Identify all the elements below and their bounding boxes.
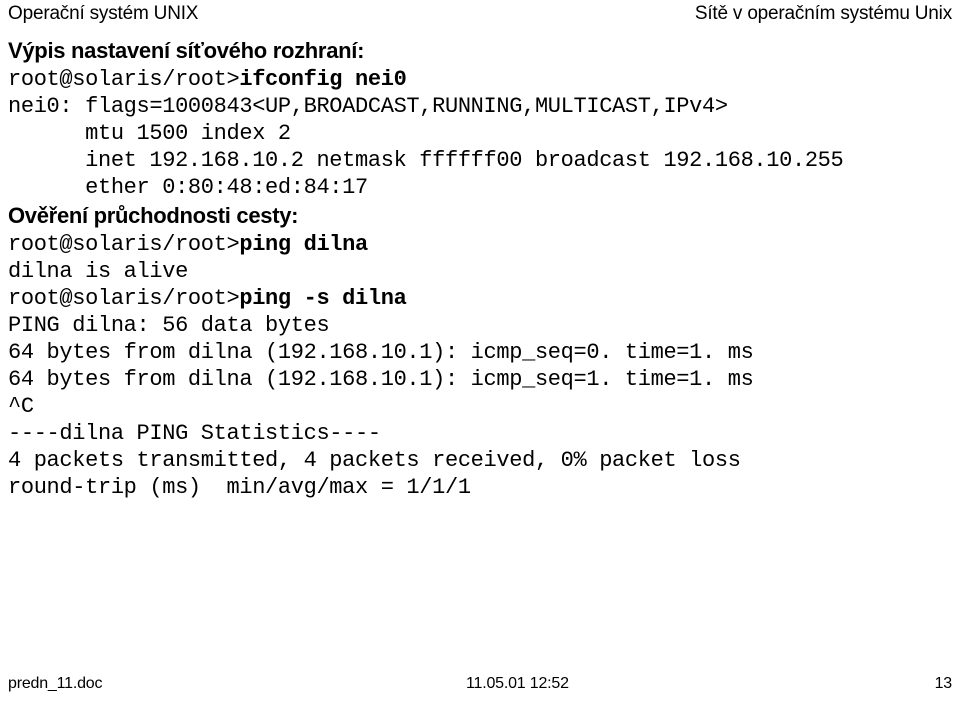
heading-ifconfig: Výpis nastavení síťového rozhraní: (8, 38, 365, 63)
shell-output-ping: dilna is alive (8, 259, 188, 284)
footer-file-name: predn_11.doc (8, 675, 103, 692)
footer-page-number: 13 (934, 675, 953, 692)
shell-output-ping-statistics: PING dilna: 56 data bytes 64 bytes from … (8, 313, 754, 500)
footer-timestamp: 11.05.01 12:52 (466, 675, 569, 692)
shell-prompt-ping-s: root@solaris/root> (8, 286, 240, 311)
document-page: Operační systém UNIX Sítě v operačním sy… (0, 0, 960, 706)
shell-command-ping: ping dilna (239, 232, 368, 257)
header-chapter-title: Sítě v operačním systému Unix (694, 3, 952, 24)
shell-output: nei0: flags=1000843<UP,BROADCAST,RUNNING… (8, 94, 844, 200)
header-course-title: Operační systém UNIX (8, 3, 199, 24)
shell-prompt-ping: root@solaris/root> (8, 232, 240, 257)
shell-command: ifconfig nei0 (239, 67, 407, 92)
running-header: Operační systém UNIX Sítě v operačním sy… (8, 2, 952, 28)
terminal-block-ping: root@solaris/root>ping dilna dilna is al… (8, 231, 952, 501)
shell-prompt: root@solaris/root> (8, 67, 240, 92)
running-footer: predn_11.doc 11.05.01 12:52 13 (8, 674, 952, 696)
terminal-block-ifconfig: root@solaris/root>ifconfig nei0 nei0: fl… (8, 66, 952, 201)
shell-command-ping-s: ping -s dilna (239, 286, 407, 311)
heading-ping: Ověření průchodnosti cesty: (8, 203, 299, 228)
document-body: Výpis nastavení síťového rozhraní: root@… (8, 36, 952, 501)
